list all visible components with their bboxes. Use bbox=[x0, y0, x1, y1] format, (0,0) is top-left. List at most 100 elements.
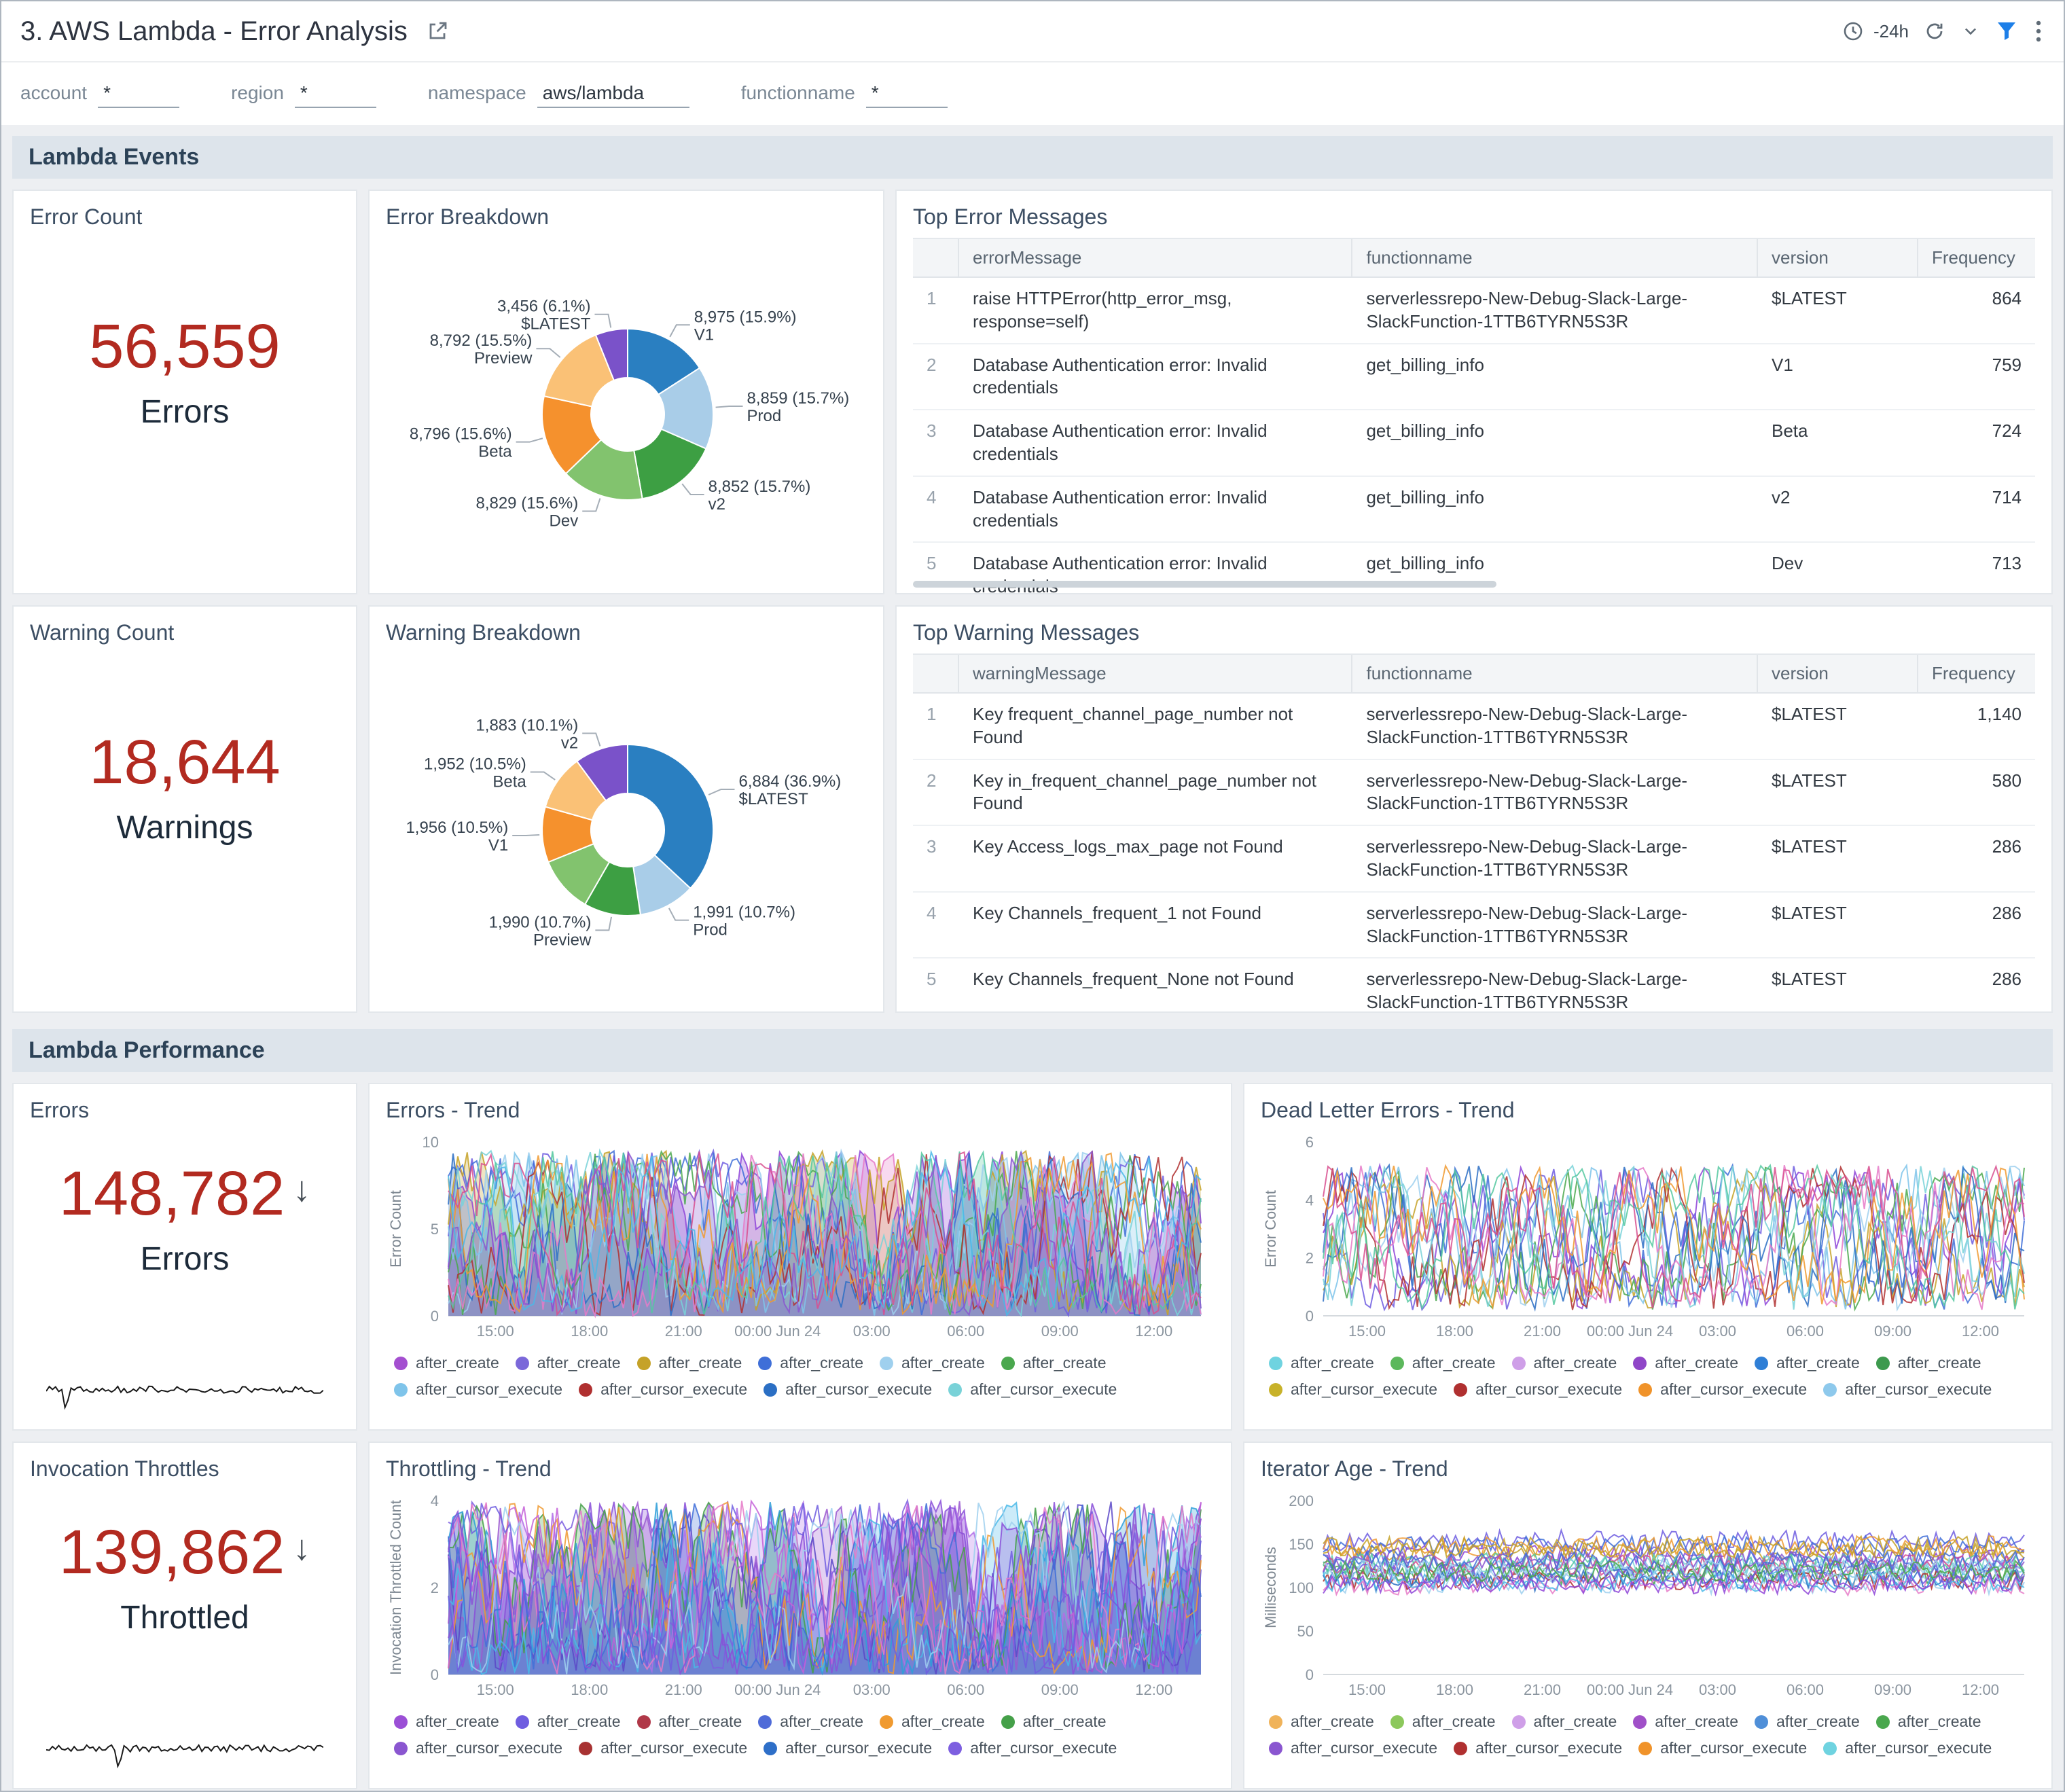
clock-icon[interactable] bbox=[1839, 18, 1867, 45]
legend-item[interactable]: after_create bbox=[1876, 1354, 1981, 1372]
legend-item[interactable]: after_cursor_execute bbox=[1269, 1380, 1437, 1399]
legend-item[interactable]: after_create bbox=[637, 1713, 742, 1731]
legend-item[interactable]: after_create bbox=[1390, 1354, 1496, 1372]
filter-region-input[interactable] bbox=[295, 79, 376, 108]
panel-title: Throttling - Trend bbox=[386, 1456, 1215, 1482]
legend-dot-icon bbox=[1269, 1715, 1282, 1729]
legend-item[interactable]: after_cursor_execute bbox=[394, 1380, 562, 1399]
legend-item[interactable]: after_create bbox=[1633, 1354, 1738, 1372]
legend-item[interactable]: after_cursor_execute bbox=[764, 1739, 932, 1757]
legend-dot-icon bbox=[764, 1742, 777, 1755]
column-header[interactable]: Frequency bbox=[1918, 239, 2035, 276]
legend-item[interactable]: after_cursor_execute bbox=[948, 1380, 1117, 1399]
legend-item[interactable]: after_create bbox=[637, 1354, 742, 1372]
table-row[interactable]: 1Key frequent_channel_page_number not Fo… bbox=[913, 694, 2035, 760]
filter-namespace-input[interactable] bbox=[537, 79, 689, 108]
legend-item[interactable]: after_create bbox=[1755, 1354, 1860, 1372]
legend-item[interactable]: after_create bbox=[880, 1354, 985, 1372]
table-cell: Key frequent_channel_page_number not Fou… bbox=[959, 694, 1352, 759]
kebab-menu-icon[interactable] bbox=[2032, 17, 2045, 46]
legend-item[interactable]: after_cursor_execute bbox=[1638, 1380, 1807, 1399]
legend-item[interactable]: after_cursor_execute bbox=[764, 1380, 932, 1399]
legend-item[interactable]: after_create bbox=[1755, 1713, 1860, 1731]
legend-label: after_cursor_execute bbox=[600, 1739, 747, 1757]
legend-dot-icon bbox=[1269, 1357, 1282, 1370]
x-axis-tick-label: 06:00 bbox=[947, 1323, 984, 1340]
scrollbar-thumb[interactable] bbox=[913, 581, 1496, 588]
legend-item[interactable]: after_cursor_execute bbox=[579, 1739, 747, 1757]
open-in-new-icon[interactable] bbox=[424, 18, 451, 45]
legend-item[interactable]: after_create bbox=[1876, 1713, 1981, 1731]
legend-item[interactable]: after_create bbox=[758, 1354, 863, 1372]
legend-item[interactable]: after_create bbox=[516, 1713, 621, 1731]
invocation-throttles-value: 139,862 bbox=[59, 1520, 285, 1585]
y-axis-tick-label: 100 bbox=[1289, 1579, 1314, 1596]
funnel-icon[interactable] bbox=[1993, 18, 2020, 45]
y-axis-label: Milliseconds bbox=[1262, 1547, 1279, 1628]
legend-item[interactable]: after_create bbox=[1390, 1713, 1496, 1731]
column-header[interactable]: functionname bbox=[1352, 239, 1758, 276]
legend-dot-icon bbox=[1755, 1715, 1768, 1729]
refresh-icon[interactable] bbox=[1921, 18, 1948, 45]
legend-label: after_cursor_execute bbox=[970, 1739, 1117, 1757]
label-leader-line bbox=[516, 438, 543, 442]
column-header[interactable]: version bbox=[1758, 239, 1918, 276]
panel-warning-breakdown: Warning Breakdown 6,884 (36.9%)$LATEST1,… bbox=[368, 605, 884, 1013]
legend-item[interactable]: after_cursor_execute bbox=[1823, 1739, 1992, 1757]
legend-item[interactable]: after_cursor_execute bbox=[948, 1739, 1117, 1757]
column-header[interactable]: Frequency bbox=[1918, 655, 2035, 692]
legend-label: after_cursor_execute bbox=[600, 1380, 747, 1399]
column-header[interactable]: version bbox=[1758, 655, 1918, 692]
x-axis-tick-label: 06:00 bbox=[1786, 1323, 1824, 1340]
table-row[interactable]: 5Key Channels_frequent_None not Foundser… bbox=[913, 958, 2035, 1013]
legend-item[interactable]: after_create bbox=[394, 1713, 499, 1731]
legend-item[interactable]: after_create bbox=[1269, 1354, 1374, 1372]
legend-item[interactable]: after_cursor_execute bbox=[1269, 1739, 1437, 1757]
table-row[interactable]: 2Database Authentication error: Invalid … bbox=[913, 344, 2035, 411]
table-row[interactable]: 3Key Access_logs_max_page not Foundserve… bbox=[913, 826, 2035, 893]
legend-item[interactable]: after_cursor_execute bbox=[394, 1739, 562, 1757]
legend-item[interactable]: after_cursor_execute bbox=[579, 1380, 747, 1399]
chevron-down-icon[interactable] bbox=[1960, 23, 1981, 39]
column-header[interactable] bbox=[913, 239, 959, 276]
legend-item[interactable]: after_cursor_execute bbox=[1823, 1380, 1992, 1399]
error-breakdown-donut-chart: 8,975 (15.9%)V18,859 (15.7%)Prod8,852 (1… bbox=[386, 238, 869, 569]
horizontal-scrollbar[interactable] bbox=[913, 581, 2035, 589]
column-header[interactable]: errorMessage bbox=[959, 239, 1352, 276]
legend-label: after_create bbox=[1023, 1354, 1107, 1372]
panel-invocation-throttles: Invocation Throttles 139,862 ↓ Throttled bbox=[12, 1441, 357, 1789]
section-header-lambda-performance: Lambda Performance bbox=[12, 1029, 2053, 1072]
legend-item[interactable]: after_create bbox=[880, 1713, 985, 1731]
table-cell: Key Channels_frequent_None not Found bbox=[959, 958, 1352, 1013]
legend-item[interactable]: after_create bbox=[1512, 1354, 1617, 1372]
legend-item[interactable]: after_create bbox=[758, 1713, 863, 1731]
filter-functionname-input[interactable] bbox=[866, 79, 948, 108]
table-row[interactable]: 4Database Authentication error: Invalid … bbox=[913, 477, 2035, 543]
column-header[interactable]: functionname bbox=[1352, 655, 1758, 692]
legend-item[interactable]: after_create bbox=[1633, 1713, 1738, 1731]
panel-title: Dead Letter Errors - Trend bbox=[1261, 1098, 2035, 1123]
label-leader-line bbox=[582, 499, 600, 512]
table-row[interactable]: 1raise HTTPError(http_error_msg, respons… bbox=[913, 278, 2035, 344]
column-header[interactable]: warningMessage bbox=[959, 655, 1352, 692]
legend-item[interactable]: after_create bbox=[516, 1354, 621, 1372]
table-row[interactable]: 3Database Authentication error: Invalid … bbox=[913, 410, 2035, 477]
time-range-label[interactable]: -24h bbox=[1873, 21, 1909, 42]
legend-dot-icon bbox=[1512, 1715, 1526, 1729]
legend-item[interactable]: after_cursor_execute bbox=[1454, 1739, 1622, 1757]
filter-account-input[interactable] bbox=[98, 79, 179, 108]
legend-item[interactable]: after_create bbox=[394, 1354, 499, 1372]
table-row[interactable]: 4Key Channels_frequent_1 not Foundserver… bbox=[913, 893, 2035, 959]
legend-item[interactable]: after_create bbox=[1001, 1713, 1107, 1731]
table-cell: $LATEST bbox=[1758, 694, 1918, 759]
legend-item[interactable]: after_cursor_execute bbox=[1638, 1739, 1807, 1757]
legend-item[interactable]: after_create bbox=[1269, 1713, 1374, 1731]
legend-item[interactable]: after_create bbox=[1001, 1354, 1107, 1372]
table-row[interactable]: 2Key in_frequent_channel_page_number not… bbox=[913, 760, 2035, 827]
legend-item[interactable]: after_create bbox=[1512, 1713, 1617, 1731]
legend-item[interactable]: after_cursor_execute bbox=[1454, 1380, 1622, 1399]
warning-count-label: Warnings bbox=[30, 809, 340, 846]
y-axis-tick-label: 2 bbox=[431, 1579, 439, 1596]
legend-dot-icon bbox=[394, 1715, 408, 1729]
column-header[interactable] bbox=[913, 655, 959, 692]
